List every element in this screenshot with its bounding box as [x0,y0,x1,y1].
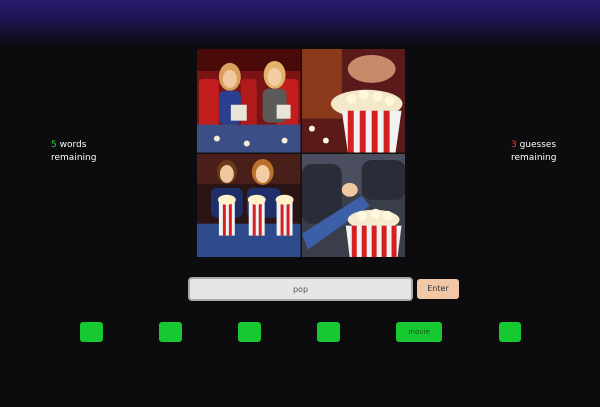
guesses-remaining-label-2: remaining [511,153,557,163]
clue-image-theater-women [197,49,301,153]
words-remaining-counter: 5 words remaining [51,139,96,165]
enter-button[interactable]: Enter [417,279,459,299]
words-remaining-label: words [56,140,87,150]
word-slot-4 [317,322,340,342]
guesses-remaining-label: guesses [516,140,557,150]
clue-image-popcorn-bucket [301,49,405,153]
word-slot-5: movie [396,322,442,342]
clue-image-kids-popcorn [197,153,301,257]
clue-image-seat-popcorn [301,153,405,257]
word-slot-3 [238,322,261,342]
word-slot-6 [499,322,521,342]
word-slot-1 [80,322,103,342]
clue-image-grid [197,49,405,257]
words-remaining-label-2: remaining [51,153,97,163]
header-bar [0,0,600,46]
guesses-remaining-counter: 3 guesses remaining [511,139,556,165]
word-slot-2 [159,322,182,342]
guess-input[interactable] [188,277,413,301]
